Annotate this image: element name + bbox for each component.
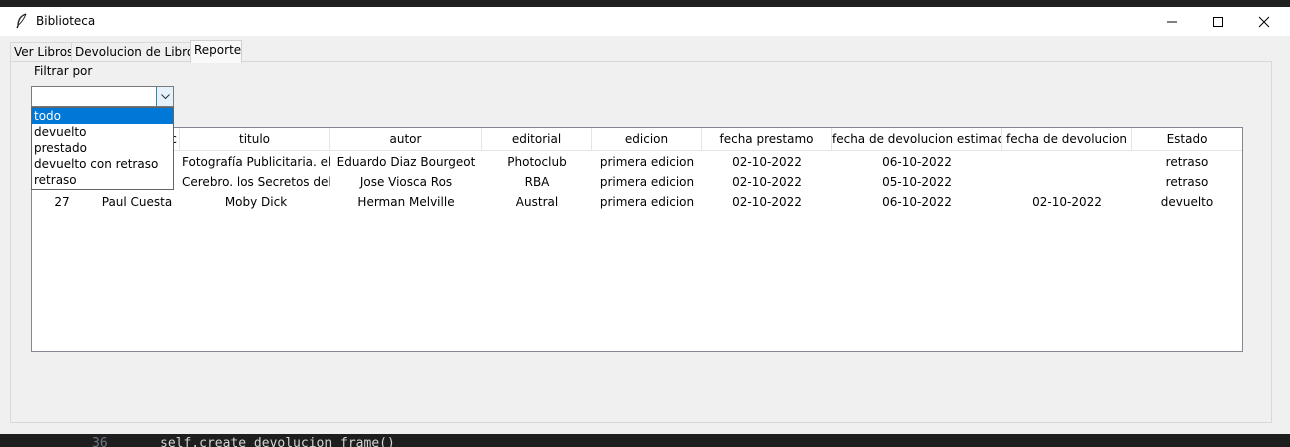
chevron-down-icon <box>160 93 170 99</box>
cell-fecha-estimada: 06-10-2022 <box>882 155 952 169</box>
filter-dropdown-list[interactable]: todo devuelto prestado devuelto con retr… <box>31 107 174 190</box>
desktop-background <box>0 0 1290 7</box>
cell-autor: Eduardo Diaz Bourgeot <box>336 155 476 169</box>
cell-titulo: Moby Dick <box>224 195 288 209</box>
title-bar[interactable]: Biblioteca <box>0 7 1290 36</box>
column-header-autor[interactable]: autor <box>330 128 482 151</box>
cell-id: 27 <box>54 195 70 209</box>
cell-usuario: Paul Cuesta <box>101 195 173 209</box>
cell-fecha-estimada: 05-10-2022 <box>882 175 952 189</box>
cell-fecha-devolucion: 02-10-2022 <box>1032 195 1102 209</box>
cell-fecha-prestamo: 02-10-2022 <box>732 155 802 169</box>
cell-editorial: Photoclub <box>507 155 567 169</box>
cell-autor: Herman Melville <box>357 195 455 209</box>
close-icon <box>1258 16 1270 27</box>
minimize-icon <box>1167 21 1177 22</box>
column-header-fecha-prestamo[interactable]: fecha prestamo <box>702 128 832 151</box>
cell-edicion: primera edicion <box>599 195 695 209</box>
cell-fecha-prestamo: 02-10-2022 <box>732 195 802 209</box>
close-button[interactable] <box>1241 7 1287 36</box>
tab-ver-libros[interactable]: Ver Libros <box>10 42 73 62</box>
filter-combobox[interactable] <box>31 86 174 107</box>
cell-autor: Jose Viosca Ros <box>359 175 453 189</box>
column-header-titulo[interactable]: titulo <box>180 128 330 151</box>
column-header-fecha-devolucion[interactable]: fecha de devolucion <box>1002 128 1132 151</box>
table-row[interactable]: Cerebro. los Secretos del Ó Jose Viosca … <box>32 172 1242 192</box>
editor-line-number: 36 <box>92 436 108 447</box>
dropdown-option-todo[interactable]: todo <box>32 108 173 124</box>
dropdown-option-prestado[interactable]: prestado <box>32 140 173 156</box>
cell-editorial: RBA <box>524 175 550 189</box>
editor-code-line: self.create_devolucion_frame() <box>160 436 395 447</box>
cell-editorial: Austral <box>515 195 559 209</box>
cell-edicion: primera edicion <box>599 155 695 169</box>
table-row[interactable]: 27 Paul Cuesta Moby Dick Herman Melville… <box>32 192 1242 212</box>
tab-reporte[interactable]: Reporte <box>190 40 242 63</box>
tab-devolucion-de-libros[interactable]: Devolucion de Libros <box>71 42 200 62</box>
minimize-button[interactable] <box>1149 7 1195 36</box>
cell-fecha-prestamo: 02-10-2022 <box>732 175 802 189</box>
table-row[interactable]: Fotografía Publicitaria. el P Eduardo Di… <box>32 152 1242 172</box>
report-table[interactable]: c titulo autor editorial edicion fecha p… <box>31 127 1243 352</box>
cell-estado: retraso <box>1165 155 1209 169</box>
feather-icon <box>16 13 27 29</box>
cell-fecha-estimada: 06-10-2022 <box>882 195 952 209</box>
editor-background: 36 self.create_devolucion_frame() <box>0 434 1290 447</box>
column-header-estado[interactable]: Estado <box>1132 128 1242 151</box>
cell-edicion: primera edicion <box>599 175 695 189</box>
cell-estado: devuelto <box>1160 195 1214 209</box>
cell-fecha-devolucion <box>1002 172 1132 192</box>
dropdown-option-devuelto-con-retraso[interactable]: devuelto con retraso <box>32 156 173 172</box>
maximize-button[interactable] <box>1195 7 1241 36</box>
dropdown-option-retraso[interactable]: retraso <box>32 172 173 188</box>
column-header-edicion[interactable]: edicion <box>592 128 702 151</box>
combobox-dropdown-button[interactable] <box>156 87 173 106</box>
dropdown-option-devuelto[interactable]: devuelto <box>32 124 173 140</box>
cell-fecha-devolucion <box>1002 152 1132 172</box>
window-title: Biblioteca <box>36 14 96 28</box>
filter-label: Filtrar por <box>34 64 93 78</box>
maximize-icon <box>1213 16 1223 27</box>
column-header-fecha-devolucion-estimada[interactable]: fecha de devolucion estimada <box>832 128 1002 151</box>
table-header: c titulo autor editorial edicion fecha p… <box>32 128 1242 151</box>
cell-titulo: Cerebro. los Secretos del Ó <box>182 175 330 189</box>
column-header-editorial[interactable]: editorial <box>482 128 592 151</box>
cell-estado: retraso <box>1165 175 1209 189</box>
cell-titulo: Fotografía Publicitaria. el P <box>182 155 330 169</box>
